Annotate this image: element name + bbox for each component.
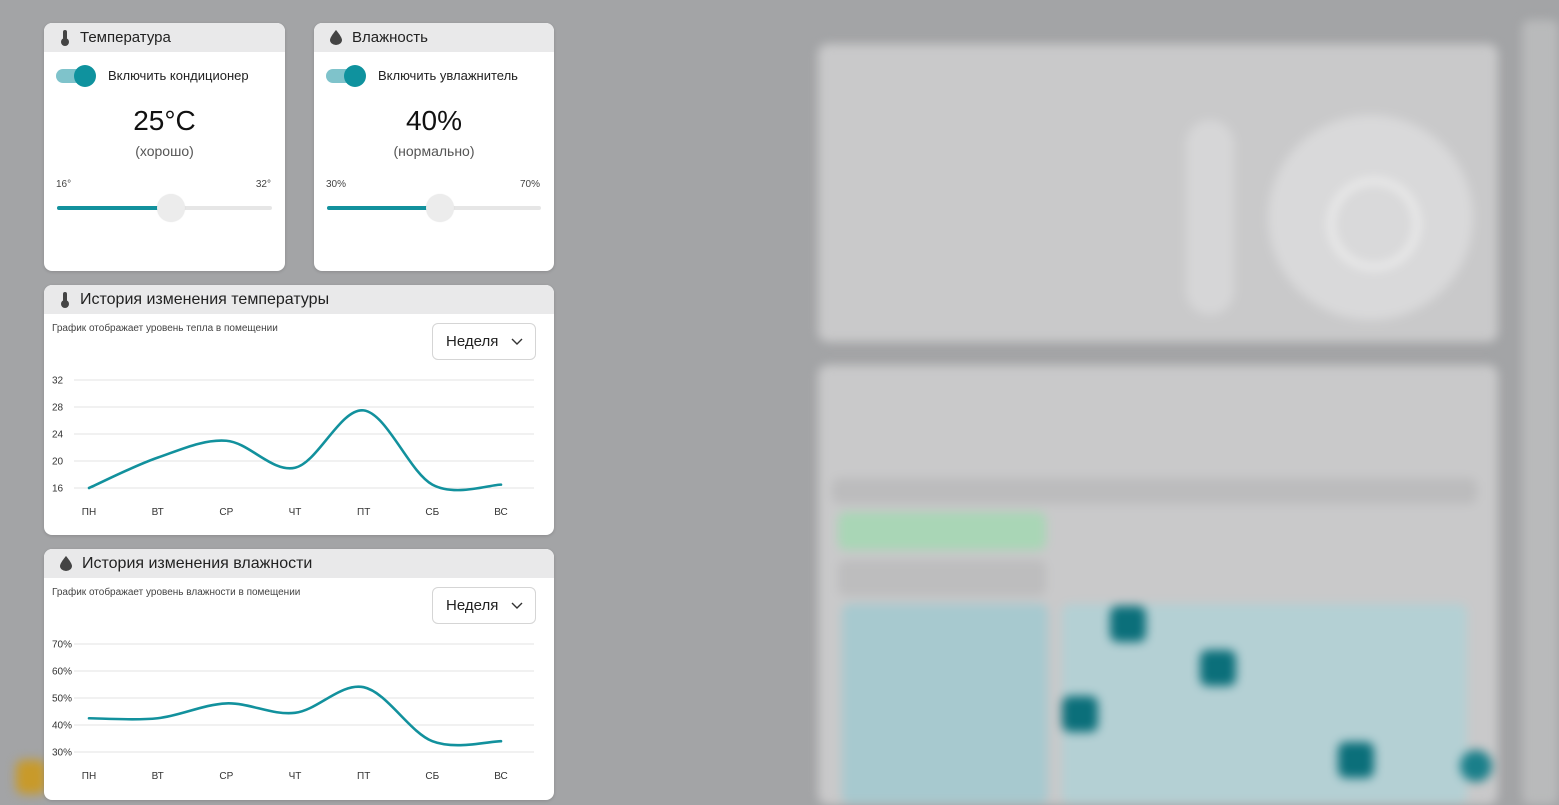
- x-tick-label: ПН: [82, 771, 96, 782]
- x-tick-label: СБ: [425, 507, 439, 518]
- chevron-down-icon: [511, 338, 523, 345]
- bg-gray-button: [838, 560, 1046, 596]
- bg-green-button: [838, 512, 1046, 550]
- humidity-min-label: 30%: [326, 179, 347, 190]
- y-tick-label: 50%: [52, 694, 72, 705]
- temperature-range: 16° 32°: [56, 179, 271, 190]
- droplet-icon: [330, 30, 342, 45]
- thermometer-icon: [61, 291, 69, 308]
- humidity-card-title: Влажность: [352, 29, 428, 46]
- bg-dpad-center: [1328, 178, 1420, 270]
- bg-cell: [1338, 742, 1374, 778]
- humidity-chart: 30% 40% 50% 60% 70% ПН ВТ СР ЧТ ПТ СБ ВС: [52, 640, 534, 782]
- y-tick-label: 28: [52, 403, 64, 414]
- temperature-max-label: 32°: [255, 179, 271, 190]
- humidifier-toggle-row: Включить увлажнитель: [326, 64, 554, 87]
- y-tick-label: 60%: [52, 667, 72, 678]
- y-tick-label: 40%: [52, 721, 72, 732]
- chevron-down-icon: [511, 602, 523, 609]
- series-line: [87, 685, 503, 747]
- temperature-history-description: График отображает уровень тепла в помеще…: [52, 323, 278, 334]
- humidity-status: (нормально): [393, 143, 475, 159]
- temperature-period-value: Неделя: [446, 333, 499, 350]
- x-tick-label: СБ: [425, 771, 439, 782]
- droplet-icon: [60, 556, 72, 571]
- humidity-history-card: История изменения влажности График отобр…: [44, 549, 554, 800]
- humidity-history-title: История изменения влажности: [82, 554, 313, 572]
- y-tick-label: 32: [52, 376, 64, 387]
- humidifier-toggle-label: Включить увлажнитель: [378, 68, 518, 83]
- y-tick-label: 70%: [52, 640, 72, 651]
- humidity-history-header: История изменения влажности: [44, 549, 554, 578]
- thermometer-icon: [61, 29, 69, 46]
- toggle-knob: [74, 64, 96, 87]
- temperature-card-title: Температура: [80, 29, 171, 46]
- humidity-slider[interactable]: [327, 194, 541, 222]
- x-tick-label: ПН: [82, 507, 96, 518]
- x-tick-label: ПТ: [357, 507, 370, 518]
- bg-cell: [1200, 650, 1236, 686]
- bg-cell: [1062, 696, 1098, 732]
- bg-rows: [842, 604, 1048, 804]
- x-tick-label: ВС: [494, 507, 508, 518]
- y-tick-label: 16: [52, 484, 64, 495]
- bg-table-header: [832, 478, 1477, 504]
- temperature-card: Температура Включить кондиционер 25°C (х…: [44, 23, 285, 271]
- bg-slider: [1186, 120, 1234, 315]
- y-tick-label: 24: [52, 430, 64, 441]
- ac-toggle-row: Включить кондиционер: [56, 64, 285, 87]
- humidity-card-header: Влажность: [314, 23, 554, 52]
- ac-toggle[interactable]: [56, 64, 96, 87]
- x-tick-label: ЧТ: [289, 507, 302, 518]
- x-tick-label: ВС: [494, 771, 508, 782]
- humidity-card: Влажность Включить увлажнитель 40% (норм…: [314, 23, 554, 271]
- bg-cell: [1110, 606, 1146, 642]
- humidity-period-select[interactable]: Неделя: [432, 587, 536, 624]
- temperature-value: 25°C: [133, 105, 196, 136]
- temperature-status: (хорошо): [135, 143, 194, 159]
- series-line: [87, 409, 503, 492]
- bg-yellow-tab: [16, 760, 46, 794]
- slider-fill: [327, 206, 441, 210]
- humidity-period-value: Неделя: [446, 597, 499, 614]
- temperature-chart: 16 20 24 28 32 ПН ВТ СР ЧТ ПТ СБ ВС: [52, 376, 534, 518]
- slider-thumb[interactable]: [156, 194, 185, 222]
- x-tick-label: ВТ: [152, 507, 164, 518]
- temperature-period-select[interactable]: Неделя: [432, 323, 536, 360]
- temperature-history-title: История изменения температуры: [80, 290, 330, 308]
- temperature-card-header: Температура: [44, 23, 285, 52]
- humidity-max-label: 70%: [519, 179, 540, 190]
- bg-fab: [1460, 750, 1492, 782]
- slider-fill: [57, 206, 171, 210]
- x-tick-label: СР: [219, 507, 233, 518]
- x-tick-label: ПТ: [357, 771, 370, 782]
- bg-right-sidebar: [1522, 20, 1559, 805]
- slider-thumb[interactable]: [426, 194, 455, 222]
- ac-toggle-label: Включить кондиционер: [108, 68, 249, 83]
- humidifier-toggle[interactable]: [326, 64, 366, 87]
- humidity-history-description: График отображает уровень влажности в по…: [52, 587, 301, 598]
- humidity-range: 30% 70%: [326, 179, 540, 190]
- temperature-slider[interactable]: [57, 194, 272, 222]
- toggle-knob: [344, 64, 366, 87]
- x-tick-label: СР: [219, 771, 233, 782]
- y-tick-label: 20: [52, 457, 64, 468]
- x-tick-label: ЧТ: [289, 771, 302, 782]
- temperature-history-card: История изменения температуры График ото…: [44, 285, 554, 535]
- temperature-history-header: История изменения температуры: [44, 285, 554, 314]
- temperature-min-label: 16°: [56, 179, 72, 190]
- humidity-value: 40%: [405, 105, 463, 136]
- y-tick-label: 30%: [52, 748, 72, 759]
- x-tick-label: ВТ: [152, 771, 164, 782]
